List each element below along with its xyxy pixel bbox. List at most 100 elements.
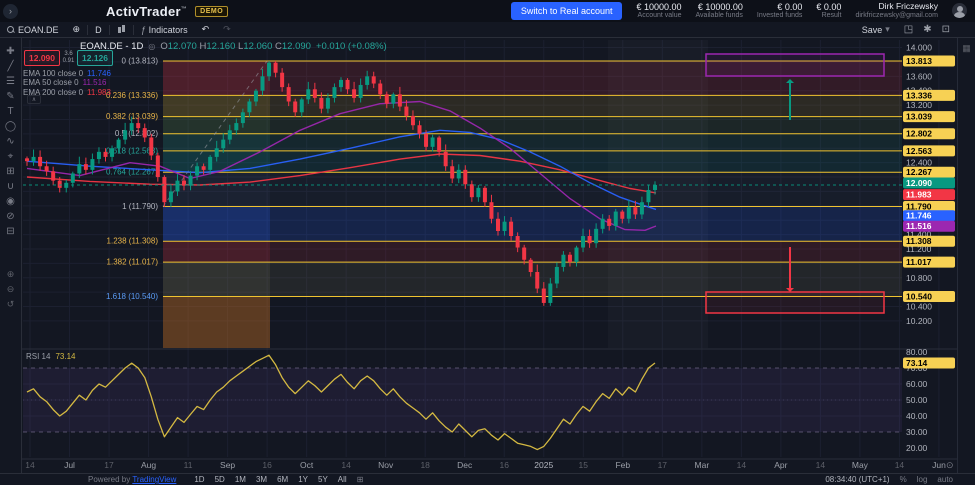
- rsi-pane[interactable]: [23, 355, 902, 449]
- sidebar-expand-icon[interactable]: ›: [3, 4, 18, 19]
- rsi-axis[interactable]: 80.0070.0060.0050.0040.0030.0020.0073.14: [903, 347, 955, 453]
- visibility-tool[interactable]: ◉: [2, 194, 20, 209]
- svg-text:17: 17: [658, 460, 668, 470]
- demo-badge: DEMO: [195, 6, 228, 17]
- buy-button[interactable]: 12.126: [77, 50, 113, 66]
- svg-text:73.14: 73.14: [906, 358, 928, 368]
- delete-tool[interactable]: ⊟: [2, 224, 20, 239]
- svg-text:Aug: Aug: [141, 460, 156, 470]
- avatar[interactable]: [952, 3, 967, 18]
- svg-text:16: 16: [262, 460, 272, 470]
- chart-canvas[interactable]: 0 (13.813)0.236 (13.336)0.382 (13.039)0.…: [0, 0, 975, 485]
- wave-tool[interactable]: ∿: [2, 134, 20, 149]
- svg-text:10.400: 10.400: [906, 302, 932, 312]
- fullscreen-icon[interactable]: ◳: [899, 24, 918, 35]
- log-scale-toggle[interactable]: log: [917, 475, 928, 484]
- svg-text:2025: 2025: [534, 460, 553, 470]
- svg-text:1 (11.790): 1 (11.790): [122, 202, 158, 211]
- range-6m[interactable]: 6M: [277, 475, 288, 484]
- range-1d[interactable]: 1D: [194, 475, 204, 484]
- indicator-legend[interactable]: EMA 100 close 011.746EMA 50 close 011.51…: [23, 69, 111, 97]
- svg-text:14: 14: [25, 460, 35, 470]
- forecast-tool[interactable]: ⌖: [2, 149, 20, 164]
- calendar-icon[interactable]: ⊞: [357, 475, 364, 484]
- interval-button[interactable]: D: [88, 22, 109, 37]
- sell-button[interactable]: 12.090: [24, 50, 60, 66]
- ohlc-value: 12.160: [206, 41, 238, 52]
- auto-scale-toggle[interactable]: auto: [937, 475, 953, 484]
- right-panel-strip: ▦: [957, 38, 975, 473]
- svg-text:11.308: 11.308: [906, 236, 932, 246]
- range-5y[interactable]: 5Y: [318, 475, 328, 484]
- zoom-in-tool[interactable]: ⊕: [2, 267, 20, 282]
- legend-collapse-button[interactable]: ∧: [27, 95, 41, 104]
- svg-text:1.238 (11.308): 1.238 (11.308): [107, 237, 159, 246]
- ohlc-key: C: [275, 41, 282, 52]
- user-info[interactable]: Dirk Friczewsky dirkfriczewsky@gmail.com: [855, 2, 938, 20]
- ohlc-value: 12.070: [168, 41, 200, 52]
- svg-text:15: 15: [579, 460, 589, 470]
- brush-tool[interactable]: ✎: [2, 89, 20, 104]
- ema-legend-row[interactable]: EMA 100 close 011.746: [23, 69, 111, 78]
- trend-line-tool[interactable]: ╱: [2, 59, 20, 74]
- magnet-tool[interactable]: ∪: [2, 179, 20, 194]
- svg-text:14: 14: [895, 460, 905, 470]
- measure-tool[interactable]: ⊞: [2, 164, 20, 179]
- chart-type-button[interactable]: [110, 22, 133, 37]
- range-1y[interactable]: 1Y: [298, 475, 308, 484]
- crosshair-tool[interactable]: ✚: [2, 44, 20, 59]
- switch-to-real-button[interactable]: Switch to Real account: [511, 2, 623, 20]
- drawing-toolbar: ✚╱☰✎T◯∿⌖⊞∪◉⊘⊟ ⊕⊖↺: [0, 38, 22, 473]
- svg-text:12.563: 12.563: [906, 146, 932, 156]
- range-selector: 1D 5D 1M 3M 6M 1Y 5Y All: [194, 475, 346, 484]
- undo-button[interactable]: ↶: [195, 22, 217, 37]
- camera-icon[interactable]: ⊡: [937, 24, 955, 35]
- chart-legend[interactable]: EOAN.DE - 1D ◎ O12.070 H12.160 L12.060 C…: [80, 41, 387, 52]
- zoom-out-tool[interactable]: ⊖: [2, 282, 20, 297]
- text-tool[interactable]: T: [2, 104, 20, 119]
- search-icon: [7, 26, 15, 34]
- fib-retracement-tool[interactable]: ☰: [2, 74, 20, 89]
- price-axis[interactable]: 14.00013.60013.40013.20012.40012.20011.6…: [903, 43, 955, 326]
- svg-text:1.382 (11.017): 1.382 (11.017): [107, 258, 159, 267]
- svg-text:Nov: Nov: [378, 460, 394, 470]
- time-axis[interactable]: 14Jul17Aug11Sep16Oct14Nov18Dec16202515Fe…: [25, 460, 953, 470]
- redo-button[interactable]: ↷: [216, 22, 238, 37]
- settings-gear-icon[interactable]: ✱: [918, 24, 936, 35]
- rsi-legend[interactable]: RSI 14 73.14: [26, 352, 76, 361]
- svg-text:Jul: Jul: [64, 460, 75, 470]
- svg-text:Feb: Feb: [615, 460, 630, 470]
- lock-tool[interactable]: ⊘: [2, 209, 20, 224]
- range-3m[interactable]: 3M: [256, 475, 267, 484]
- svg-text:14: 14: [816, 460, 826, 470]
- svg-text:10.540: 10.540: [906, 291, 932, 301]
- clock[interactable]: 08:34:40 (UTC+1): [825, 475, 889, 484]
- range-all[interactable]: All: [338, 475, 347, 484]
- ema-legend-row[interactable]: EMA 50 close 011.516: [23, 78, 111, 87]
- symbol-search[interactable]: EOAN.DE: [0, 22, 66, 37]
- save-button[interactable]: Save▾: [855, 24, 897, 35]
- percent-scale-toggle[interactable]: %: [900, 475, 907, 484]
- change-value: +0.010 (+0.08%): [316, 41, 387, 52]
- symbol-search-label: EOAN.DE: [18, 25, 59, 35]
- compare-button[interactable]: ⊕: [66, 22, 88, 37]
- svg-text:13.039: 13.039: [906, 112, 932, 122]
- svg-text:0.5 (12.802): 0.5 (12.802): [115, 129, 158, 138]
- main-pane[interactable]: 0 (13.813)0.236 (13.336)0.382 (13.039)0.…: [23, 40, 902, 348]
- tradingview-link[interactable]: TradingView: [132, 475, 176, 484]
- app-header: › ActivTrader™ DEMO Switch to Real accou…: [0, 0, 975, 22]
- chart-toolbar: EOAN.DE ⊕ D ƒ Indicators ↶ ↷ Save▾ ◳✱⊡: [0, 22, 975, 38]
- watchlist-icon[interactable]: ▦: [962, 43, 971, 54]
- range-1m[interactable]: 1M: [235, 475, 246, 484]
- indicators-button[interactable]: ƒ Indicators: [134, 22, 195, 37]
- shapes-tool[interactable]: ◯: [2, 119, 20, 134]
- ohlc-value: 12.060: [243, 41, 275, 52]
- range-5d[interactable]: 5D: [215, 475, 225, 484]
- svg-text:16: 16: [500, 460, 510, 470]
- reset-view-tool[interactable]: ↺: [2, 297, 20, 312]
- trading-platform: { "header": { "logo": "ActivTrader", "tr…: [0, 0, 975, 485]
- svg-text:14: 14: [737, 460, 747, 470]
- account-stat: € 10000.00Account value: [636, 2, 681, 20]
- bottom-toolbar: Powered by TradingView 1D5D1M3M6M1Y5YAll…: [0, 473, 975, 485]
- svg-text:11: 11: [184, 460, 193, 470]
